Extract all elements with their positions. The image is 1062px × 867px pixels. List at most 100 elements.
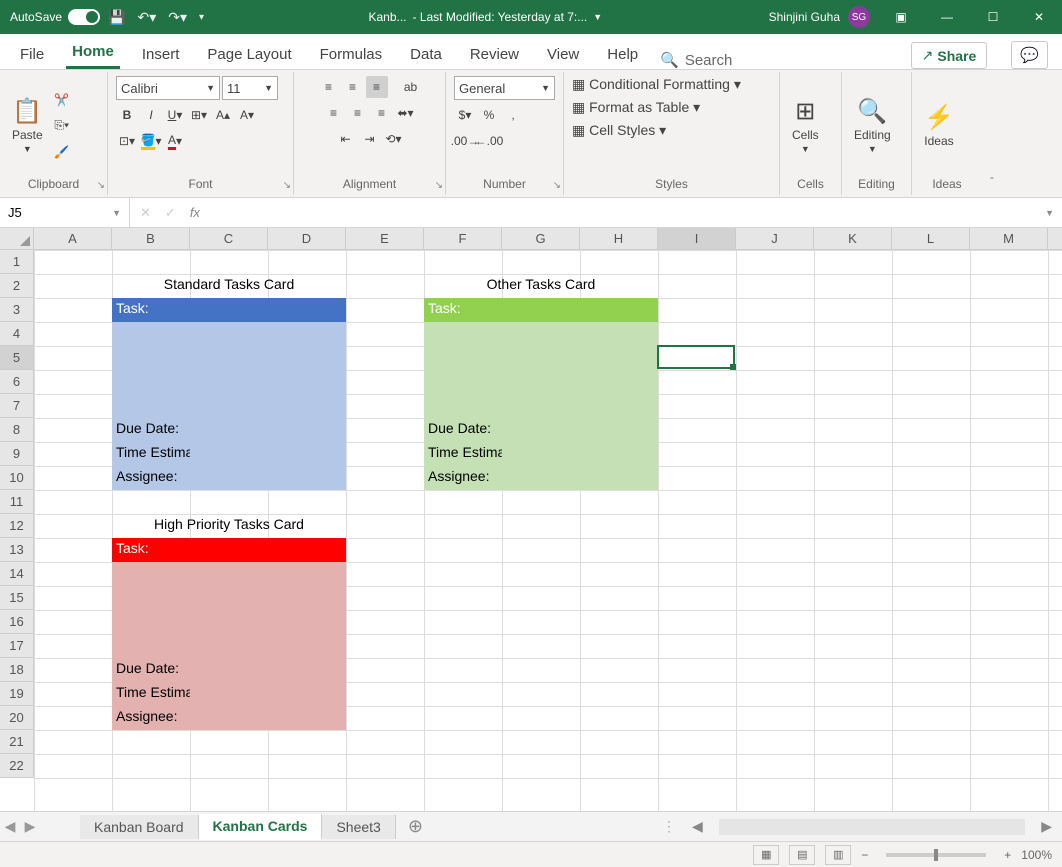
row-header-15[interactable]: 15 — [0, 586, 34, 610]
col-header-C[interactable]: C — [190, 228, 268, 249]
zoom-level[interactable]: 100% — [1021, 848, 1052, 862]
tab-formulas[interactable]: Formulas — [314, 40, 389, 69]
worksheet[interactable]: ABCDEFGHIJKLM 12345678910111213141516171… — [0, 228, 1062, 811]
cell[interactable]: Assignee: — [112, 466, 190, 490]
tab-page-layout[interactable]: Page Layout — [201, 40, 297, 69]
add-sheet-button[interactable]: ⊕ — [396, 816, 435, 837]
cell[interactable]: Time Estimate: — [112, 682, 190, 706]
wrap-text-button[interactable]: ab — [400, 76, 422, 98]
page-layout-view-button[interactable]: ▤ — [789, 845, 815, 865]
cancel-icon[interactable]: ✕ — [140, 205, 151, 221]
font-size-combo[interactable]: 11▼ — [222, 76, 278, 100]
row-header-17[interactable]: 17 — [0, 634, 34, 658]
copy-button[interactable]: ⎘▾ — [51, 115, 73, 137]
number-format-combo[interactable]: General▼ — [454, 76, 555, 100]
search-button[interactable]: 🔍Search — [660, 51, 732, 69]
comma-button[interactable]: , — [502, 104, 524, 126]
zoom-out-button[interactable]: − — [861, 848, 868, 862]
format-as-table-button[interactable]: ▦ Format as Table ▾ — [572, 99, 700, 116]
share-button[interactable]: ↗Share — [911, 42, 988, 69]
clipboard-dialog-icon[interactable]: ↘ — [97, 180, 105, 191]
row-header-6[interactable]: 6 — [0, 370, 34, 394]
autosave-toggle[interactable]: AutoSave On — [0, 9, 102, 25]
tab-review[interactable]: Review — [464, 40, 525, 69]
cell[interactable]: Due Date: — [424, 418, 502, 442]
tab-insert[interactable]: Insert — [136, 40, 186, 69]
ideas-button[interactable]: ⚡Ideas — [920, 99, 958, 152]
sheet-tab-sheet3[interactable]: Sheet3 — [322, 815, 395, 839]
cut-button[interactable]: ✂️ — [51, 89, 73, 111]
cell-grid[interactable]: Standard Tasks CardTask:Due Date:Time Es… — [34, 250, 1062, 811]
name-box[interactable]: J5▼ — [0, 198, 130, 227]
row-header-16[interactable]: 16 — [0, 610, 34, 634]
row-header-13[interactable]: 13 — [0, 538, 34, 562]
align-right-button[interactable]: ≡ — [371, 102, 393, 124]
decrease-decimal-button[interactable]: ←.00 — [478, 130, 500, 152]
zoom-slider[interactable] — [886, 853, 986, 857]
format-painter-button[interactable]: 🖌️ — [51, 141, 73, 163]
row-header-10[interactable]: 10 — [0, 466, 34, 490]
col-header-J[interactable]: J — [736, 228, 814, 249]
conditional-formatting-button[interactable]: ▦ Conditional Formatting ▾ — [572, 76, 741, 93]
row-header-21[interactable]: 21 — [0, 730, 34, 754]
col-header-B[interactable]: B — [112, 228, 190, 249]
cell[interactable]: Other Tasks Card — [424, 274, 658, 298]
row-header-14[interactable]: 14 — [0, 562, 34, 586]
col-header-E[interactable]: E — [346, 228, 424, 249]
cell[interactable]: Task: — [424, 298, 502, 322]
col-header-K[interactable]: K — [814, 228, 892, 249]
minimize-icon[interactable]: — — [924, 0, 970, 34]
cell[interactable]: Task: — [112, 298, 190, 322]
collapse-ribbon-icon[interactable]: ˆ — [982, 72, 1002, 195]
cell[interactable]: Time Estimate: — [112, 442, 190, 466]
user-account[interactable]: Shinjini Guha SG — [761, 6, 878, 28]
editing-button[interactable]: 🔍Editing▼ — [850, 93, 895, 158]
page-break-view-button[interactable]: ▥ — [825, 845, 851, 865]
bold-button[interactable]: B — [116, 104, 138, 126]
cell[interactable]: Assignee: — [112, 706, 190, 730]
tab-split-icon[interactable]: ⋮ — [656, 818, 682, 835]
tab-help[interactable]: Help — [601, 40, 644, 69]
row-header-3[interactable]: 3 — [0, 298, 34, 322]
tab-view[interactable]: View — [541, 40, 585, 69]
align-middle-button[interactable]: ≡ — [342, 76, 364, 98]
row-header-22[interactable]: 22 — [0, 754, 34, 778]
save-icon[interactable]: 💾 — [108, 9, 125, 26]
formula-input[interactable] — [210, 198, 1037, 227]
maximize-icon[interactable]: ☐ — [970, 0, 1016, 34]
row-header-9[interactable]: 9 — [0, 442, 34, 466]
col-header-A[interactable]: A — [34, 228, 112, 249]
cell[interactable]: Time Estimate: — [424, 442, 502, 466]
qat-more-icon[interactable]: ▾ — [199, 12, 204, 23]
row-header-19[interactable]: 19 — [0, 682, 34, 706]
tab-home[interactable]: Home — [66, 37, 120, 69]
cell[interactable]: High Priority Tasks Card — [112, 514, 346, 538]
comments-button[interactable]: 💬 — [1011, 41, 1048, 69]
cell[interactable]: Due Date: — [112, 418, 190, 442]
alignment-dialog-icon[interactable]: ↘ — [435, 180, 443, 191]
number-dialog-icon[interactable]: ↘ — [553, 180, 561, 191]
enter-icon[interactable]: ✓ — [165, 205, 176, 221]
row-header-12[interactable]: 12 — [0, 514, 34, 538]
align-left-button[interactable]: ≡ — [323, 102, 345, 124]
col-header-I[interactable]: I — [658, 228, 736, 249]
align-top-button[interactable]: ≡ — [318, 76, 340, 98]
row-header-11[interactable]: 11 — [0, 490, 34, 514]
row-header-4[interactable]: 4 — [0, 322, 34, 346]
cell[interactable]: Assignee: — [424, 466, 502, 490]
undo-icon[interactable]: ↶▾ — [138, 9, 157, 26]
col-header-F[interactable]: F — [424, 228, 502, 249]
border-button[interactable]: ⊞▾ — [188, 104, 210, 126]
col-header-L[interactable]: L — [892, 228, 970, 249]
scroll-right-icon[interactable]: ▶ — [1041, 818, 1052, 835]
cells-button[interactable]: ⊞Cells▼ — [788, 93, 823, 158]
sheet-tab-kanban-cards[interactable]: Kanban Cards — [199, 814, 323, 840]
sheet-nav-prev[interactable]: ◀ — [0, 818, 20, 835]
font-name-combo[interactable]: Calibri▼ — [116, 76, 220, 100]
percent-button[interactable]: % — [478, 104, 500, 126]
row-header-8[interactable]: 8 — [0, 418, 34, 442]
col-header-G[interactable]: G — [502, 228, 580, 249]
row-header-18[interactable]: 18 — [0, 658, 34, 682]
col-header-M[interactable]: M — [970, 228, 1048, 249]
align-bottom-button[interactable]: ≡ — [366, 76, 388, 98]
